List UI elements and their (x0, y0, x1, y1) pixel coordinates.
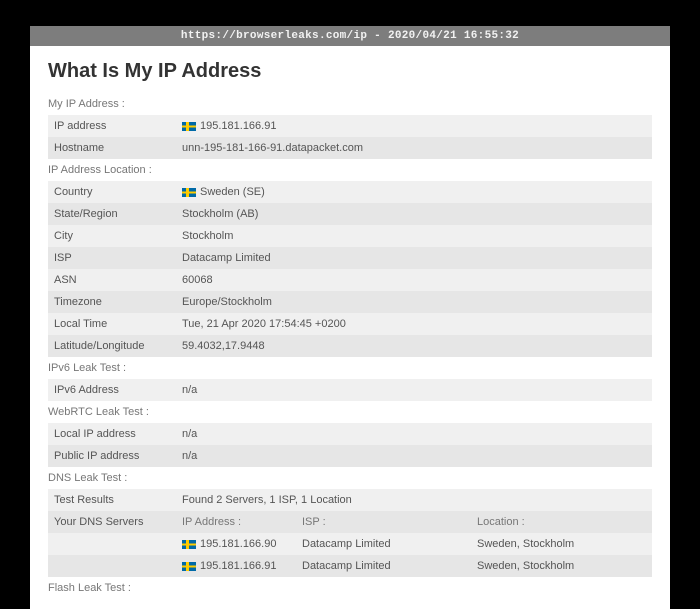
public-ip-label: Public IP address (54, 450, 182, 462)
page-content: What Is My IP Address My IP Address : IP… (30, 46, 670, 609)
public-ip-value: n/a (182, 450, 646, 462)
table-row: Hostname unn-195-181-166-91.datapacket.c… (48, 137, 652, 159)
browser-window: https://browserleaks.com/ip - 2020/04/21… (30, 26, 670, 609)
local-ip-value: n/a (182, 428, 646, 440)
page-title: What Is My IP Address (48, 60, 652, 83)
section-my-ip: My IP Address : (48, 93, 652, 115)
dns-col-isp: ISP : (296, 511, 471, 533)
sweden-flag-icon (182, 188, 196, 197)
test-results-label: Test Results (54, 494, 182, 506)
dns-server-isp: Datacamp Limited (296, 555, 471, 577)
table-row: IP address 195.181.166.91 (48, 115, 652, 137)
section-ipv6: IPv6 Leak Test : (48, 357, 652, 379)
section-webrtc: WebRTC Leak Test : (48, 401, 652, 423)
dns-col-location: Location : (471, 511, 652, 533)
sweden-flag-icon (182, 122, 196, 131)
ip-address-label: IP address (54, 120, 182, 132)
local-ip-label: Local IP address (54, 428, 182, 440)
table-row: Public IP address n/a (48, 445, 652, 467)
table-row: Local Time Tue, 21 Apr 2020 17:54:45 +02… (48, 313, 652, 335)
isp-value: Datacamp Limited (182, 252, 646, 264)
latlon-value: 59.4032,17.9448 (182, 340, 646, 352)
timezone-value: Europe/Stockholm (182, 296, 646, 308)
state-label: State/Region (54, 208, 182, 220)
dns-server-isp: Datacamp Limited (296, 533, 471, 555)
ipv6-address-value: n/a (182, 384, 646, 396)
hostname-label: Hostname (54, 142, 182, 154)
table-row: Latitude/Longitude 59.4032,17.9448 (48, 335, 652, 357)
hostname-value: unn-195-181-166-91.datapacket.com (182, 142, 646, 154)
state-value: Stockholm (AB) (182, 208, 646, 220)
latlon-label: Latitude/Longitude (54, 340, 182, 352)
ipv6-address-label: IPv6 Address (54, 384, 182, 396)
test-results-value: Found 2 Servers, 1 ISP, 1 Location (182, 494, 646, 506)
window-title: https://browserleaks.com/ip - 2020/04/21… (181, 30, 519, 42)
table-row: Local IP address n/a (48, 423, 652, 445)
section-dns: DNS Leak Test : (48, 467, 652, 489)
table-row: IPv6 Address n/a (48, 379, 652, 401)
localtime-value: Tue, 21 Apr 2020 17:54:45 +0200 (182, 318, 646, 330)
dns-row-spacer (48, 533, 176, 555)
dns-servers-table: Your DNS Servers IP Address : ISP : Loca… (48, 511, 652, 577)
section-location: IP Address Location : (48, 159, 652, 181)
section-flash: Flash Leak Test : (48, 577, 652, 599)
dns-col-ip: IP Address : (176, 511, 296, 533)
dns-server-ip: 195.181.166.91 (176, 555, 296, 577)
localtime-label: Local Time (54, 318, 182, 330)
table-row: Test Results Found 2 Servers, 1 ISP, 1 L… (48, 489, 652, 511)
window-titlebar: https://browserleaks.com/ip - 2020/04/21… (30, 26, 670, 46)
country-value: Sweden (SE) (182, 186, 646, 198)
asn-value: 60068 (182, 274, 646, 286)
table-row: ISP Datacamp Limited (48, 247, 652, 269)
dns-row-spacer (48, 555, 176, 577)
sweden-flag-icon (182, 562, 196, 571)
city-value: Stockholm (182, 230, 646, 242)
timezone-label: Timezone (54, 296, 182, 308)
country-label: Country (54, 186, 182, 198)
table-row: Timezone Europe/Stockholm (48, 291, 652, 313)
table-row: ASN 60068 (48, 269, 652, 291)
table-row: City Stockholm (48, 225, 652, 247)
city-label: City (54, 230, 182, 242)
dns-server-location: Sweden, Stockholm (471, 533, 652, 555)
dns-servers-label: Your DNS Servers (48, 511, 176, 533)
dns-server-location: Sweden, Stockholm (471, 555, 652, 577)
table-row: State/Region Stockholm (AB) (48, 203, 652, 225)
isp-label: ISP (54, 252, 182, 264)
sweden-flag-icon (182, 540, 196, 549)
ip-address-value: 195.181.166.91 (182, 120, 646, 132)
asn-label: ASN (54, 274, 182, 286)
table-row: Country Sweden (SE) (48, 181, 652, 203)
dns-server-ip: 195.181.166.90 (176, 533, 296, 555)
